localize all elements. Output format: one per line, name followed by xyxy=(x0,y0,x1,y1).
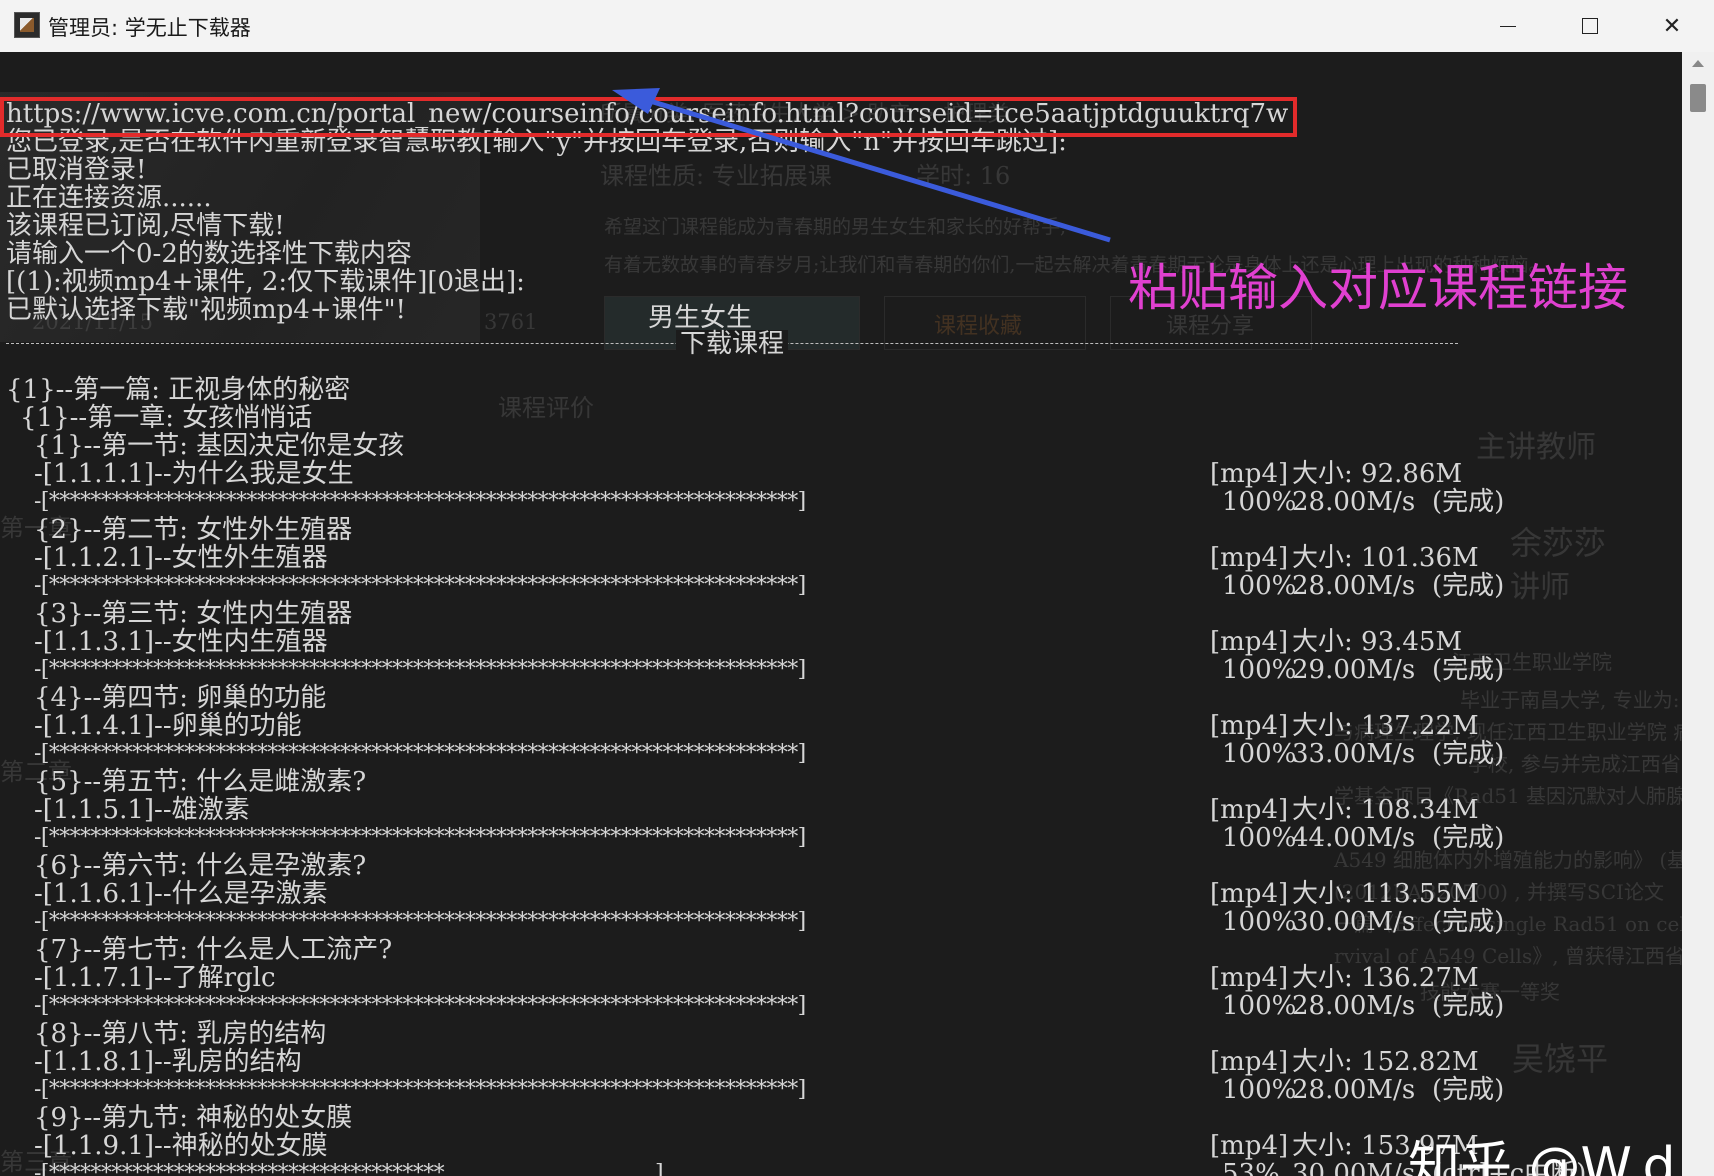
console-part: {1}--第一篇: 正视身体的秘密 xyxy=(6,375,351,405)
section-speed: 30.00M/s xyxy=(1292,907,1416,937)
section-bar: -[**************************************… xyxy=(34,993,806,1018)
section-status: (完成) xyxy=(1432,991,1505,1021)
window-title: 管理员: 学无止下载器 xyxy=(48,16,251,40)
section-speed: 28.00M/s xyxy=(1292,571,1416,601)
close-icon: ✕ xyxy=(1662,13,1682,39)
section-percent: 100% xyxy=(1222,907,1297,937)
section-speed: 44.00M/s xyxy=(1292,823,1416,853)
section-speed: 28.00M/s xyxy=(1292,487,1416,517)
section-percent: 100% xyxy=(1222,739,1297,769)
section-bar: -[**************************************… xyxy=(34,909,806,934)
bg-teacher-heading: 主讲教师 xyxy=(1476,430,1596,465)
section-file: -[1.1.3.1]--女性内生殖器 xyxy=(34,627,328,657)
section-header: {5}--第五节: 什么是雌激素? xyxy=(34,767,367,797)
section-bar: -[**************************************… xyxy=(34,741,806,766)
section-size: 大小: 101.36M xyxy=(1292,543,1479,573)
section-bar: -[**************************************… xyxy=(34,1077,806,1102)
section-size: 大小: 152.82M xyxy=(1292,1047,1479,1077)
section-format: [mp4] xyxy=(1210,879,1289,909)
section-header: {1}--第一节: 基因决定你是女孩 xyxy=(34,431,405,461)
section-percent: 100% xyxy=(1222,1075,1297,1105)
section-format: [mp4] xyxy=(1210,711,1289,741)
section-header: {4}--第四节: 卵巢的功能 xyxy=(34,683,327,713)
section-format: [mp4] xyxy=(1210,1131,1289,1161)
section-percent: 100% xyxy=(1222,655,1297,685)
section-percent: 100% xyxy=(1222,991,1297,1021)
section-speed: 28.00M/s xyxy=(1292,1075,1416,1105)
section-format: [mp4] xyxy=(1210,963,1289,993)
section-header: {8}--第八节: 乳房的结构 xyxy=(34,1019,327,1049)
bg-teacher2-name: 吴饶平 xyxy=(1512,1040,1609,1078)
title-bar: 管理员: 学无止下载器 ✕ xyxy=(0,0,1714,53)
section-bar: -[**************************************… xyxy=(34,657,806,682)
section-file: -[1.1.4.1]--卵巢的功能 xyxy=(34,711,302,741)
section-percent: 100% xyxy=(1222,571,1297,601)
section-size: 大小: 92.86M xyxy=(1292,459,1463,489)
section-bar: -[**************************************… xyxy=(34,825,806,850)
section-format: [mp4] xyxy=(1210,795,1289,825)
scroll-up-icon[interactable] xyxy=(1692,60,1704,67)
section-status: (完成) xyxy=(1432,487,1505,517)
section-file: -[1.1.2.1]--女性外生殖器 xyxy=(34,543,328,573)
section-status: (完成) xyxy=(1432,739,1505,769)
section-size: 大小: 136.27M xyxy=(1292,963,1479,993)
section-percent: 53% xyxy=(1222,1159,1280,1176)
section-status: (完成) xyxy=(1432,571,1505,601)
section-file: -[1.1.5.1]--雄激素 xyxy=(34,795,250,825)
maximize-button[interactable] xyxy=(1550,0,1630,52)
section-speed: 33.00M/s xyxy=(1292,739,1416,769)
minimize-button[interactable] xyxy=(1468,0,1548,52)
section-file: -[1.1.9.1]--神秘的处女膜 xyxy=(34,1131,328,1161)
close-button[interactable]: ✕ xyxy=(1632,0,1712,52)
section-bar: -[**************************************… xyxy=(34,1161,664,1176)
section-size: 大小: 137.22M xyxy=(1292,711,1479,741)
minimize-icon xyxy=(1500,25,1516,27)
section-format: [mp4] xyxy=(1210,543,1289,573)
section-header: {2}--第二节: 女性外生殖器 xyxy=(34,515,353,545)
section-file: -[1.1.1.1]--为什么我是女生 xyxy=(34,459,354,489)
section-file: -[1.1.8.1]--乳房的结构 xyxy=(34,1047,302,1077)
console-chapter: {1}--第一章: 女孩悄悄话 xyxy=(20,403,313,433)
vertical-scrollbar[interactable] xyxy=(1682,52,1714,1176)
section-format: [mp4] xyxy=(1210,459,1289,489)
section-speed: 29.00M/s xyxy=(1292,655,1416,685)
section-speed: 28.00M/s xyxy=(1292,991,1416,1021)
section-status: (完成) xyxy=(1432,1075,1505,1105)
section-file: -[1.1.7.1]--了解rglc xyxy=(34,963,276,993)
section-format: [mp4] xyxy=(1210,627,1289,657)
section-bar: -[**************************************… xyxy=(34,573,806,598)
watermark: 知乎 @W.d xyxy=(1408,1137,1676,1176)
section-size: 大小: 93.45M xyxy=(1292,627,1463,657)
section-header: {7}--第七节: 什么是人工流产? xyxy=(34,935,393,965)
app-icon xyxy=(14,12,40,38)
section-percent: 100% xyxy=(1222,487,1297,517)
section-status: (完成) xyxy=(1432,907,1505,937)
section-percent: 100% xyxy=(1222,823,1297,853)
maximize-icon xyxy=(1582,18,1598,34)
section-header: {9}--第九节: 神秘的处女膜 xyxy=(34,1103,353,1133)
section-size: 大小: 113.55M xyxy=(1292,879,1479,909)
section-status: (完成) xyxy=(1432,655,1505,685)
section-format: [mp4] xyxy=(1210,1047,1289,1077)
section-status: (完成) xyxy=(1432,823,1505,853)
bg-teacher1-role: 讲师 xyxy=(1510,570,1570,605)
bg-teacher1-bio1: 毕业于南昌大学, 专业为: 病理学 xyxy=(1460,688,1682,712)
section-file: -[1.1.6.1]--什么是孕激素 xyxy=(34,879,328,909)
bg-teacher1-name: 余莎莎 xyxy=(1510,524,1607,562)
section-size: 大小: 108.34M xyxy=(1292,795,1479,825)
bg-review-tab: 课程评价 xyxy=(498,394,594,422)
section-speed: 30.00M/s xyxy=(1292,1159,1416,1176)
section-header: {6}--第六节: 什么是孕激素? xyxy=(34,851,367,881)
scroll-thumb[interactable] xyxy=(1690,84,1706,112)
section-bar: -[**************************************… xyxy=(34,489,806,514)
annotation-arrow xyxy=(612,88,1111,243)
section-header: {3}--第三节: 女性内生殖器 xyxy=(34,599,353,629)
